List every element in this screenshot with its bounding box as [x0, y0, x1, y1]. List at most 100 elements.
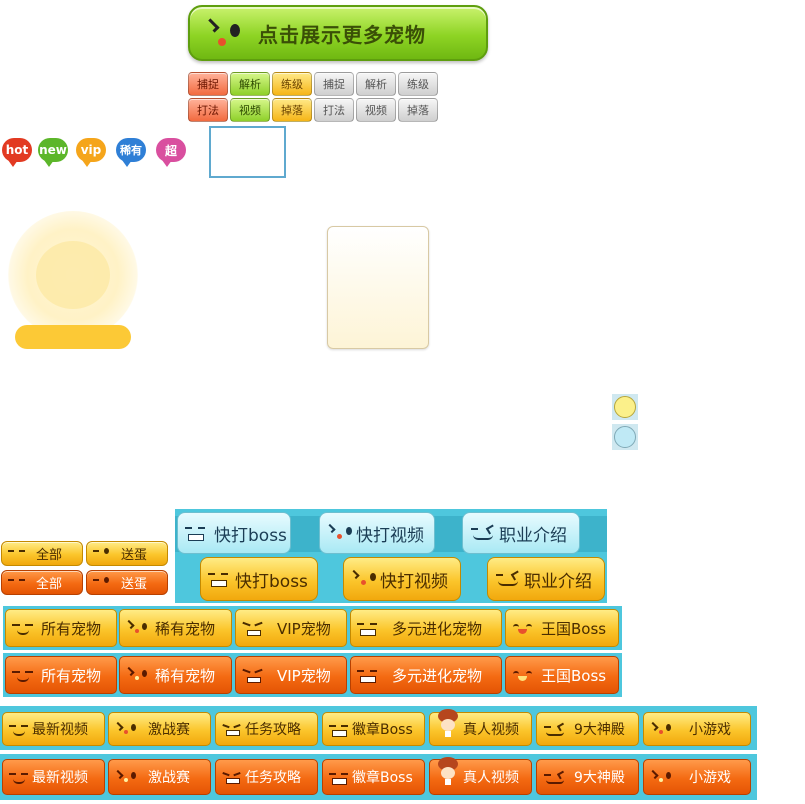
empty-frame — [209, 126, 286, 178]
smiley-icon — [114, 721, 140, 736]
nav-latest-video-active-button[interactable]: 最新视频 — [2, 759, 105, 795]
nav-battle-button[interactable]: 激战赛 — [108, 712, 211, 746]
face-icon — [91, 547, 113, 561]
quick-boss-active-button[interactable]: 快打boss — [200, 557, 318, 601]
tag-analysis-disabled[interactable]: 解析 — [356, 72, 396, 96]
nav-nine-temples-button[interactable]: 9大神殿 — [536, 712, 639, 746]
smiley-icon — [649, 721, 675, 736]
nav-battle-active-button[interactable]: 激战赛 — [108, 759, 211, 795]
nav-latest-video-active-label: 最新视频 — [32, 770, 88, 786]
nav-nine-temples-label: 9大神殿 — [574, 722, 625, 738]
filter-gift-egg-button[interactable]: 送蛋 — [86, 541, 168, 566]
class-intro-active-button[interactable]: 职业介绍 — [487, 557, 605, 601]
smiley-icon — [326, 523, 356, 542]
nav-nine-temples-active-label: 9大神殿 — [574, 770, 625, 786]
vip-badge: vip — [76, 138, 106, 167]
nav-real-person-video-button[interactable]: 真人视频 — [429, 709, 532, 746]
nav-badge-boss-label: 徽章Boss — [352, 722, 413, 738]
nav-nine-temples-active-button[interactable]: 9大神殿 — [536, 759, 639, 795]
filter-all-active-label: 全部 — [36, 577, 63, 592]
pet-multi-evolve-active-button[interactable]: 多元进化宠物 — [350, 656, 502, 694]
wink-face-icon — [494, 570, 524, 588]
nav-quest-guide-label: 任务攻略 — [245, 722, 301, 738]
nav-quest-guide-active-button[interactable]: 任务攻略 — [215, 759, 318, 795]
nav-quest-guide-button[interactable]: 任务攻略 — [215, 712, 318, 746]
tag-video[interactable]: 视频 — [230, 98, 270, 122]
pet-rare-label: 稀有宠物 — [155, 619, 216, 638]
smiley-icon — [649, 769, 675, 784]
tag-drop-disabled[interactable]: 掉落 — [398, 98, 438, 122]
tag-video-disabled[interactable]: 视频 — [356, 98, 396, 122]
nav-badge-boss-active-label: 徽章Boss — [352, 770, 413, 786]
quick-video-active-label: 快打视频 — [380, 571, 448, 592]
super-badge: 超 — [156, 138, 186, 167]
tag-catch[interactable]: 捕捉 — [188, 72, 228, 96]
smiley-icon — [125, 619, 151, 636]
pet-all-label: 所有宠物 — [41, 619, 102, 638]
face-icon — [91, 576, 113, 590]
nav-mini-game-active-label: 小游戏 — [689, 770, 731, 786]
smug-face-icon — [8, 770, 32, 784]
pet-all-active-label: 所有宠物 — [41, 666, 102, 685]
filter-gift-egg-active-label: 送蛋 — [121, 577, 148, 592]
smiley-icon — [114, 769, 140, 784]
nav-real-person-video-active-label: 真人视频 — [463, 770, 519, 786]
tag-drop[interactable]: 掉落 — [272, 98, 312, 122]
character-avatar-icon — [435, 709, 461, 737]
smug-face-icon — [8, 722, 32, 736]
class-intro-label: 职业介绍 — [499, 525, 567, 546]
pet-kingdom-boss-active-button[interactable]: 王国Boss — [505, 656, 619, 694]
grin-face-icon — [328, 770, 352, 785]
pet-rare-active-button[interactable]: 稀有宠物 — [119, 656, 232, 694]
nav-mini-game-label: 小游戏 — [689, 722, 731, 738]
smiley-icon — [125, 666, 151, 683]
pet-multi-evolve-active-label: 多元进化宠物 — [392, 666, 483, 685]
pet-all-active-button[interactable]: 所有宠物 — [5, 656, 117, 694]
cream-panel — [327, 226, 429, 349]
pet-multi-evolve-button[interactable]: 多元进化宠物 — [350, 609, 502, 647]
yellow-dot-icon[interactable] — [612, 394, 638, 420]
tag-strategy[interactable]: 打法 — [188, 98, 228, 122]
tag-grid: 捕捉 解析 练级 捕捉 解析 练级 打法 视频 掉落 打法 视频 掉落 — [188, 72, 438, 123]
tag-catch-disabled[interactable]: 捕捉 — [314, 72, 354, 96]
pet-vip-active-button[interactable]: VIP宠物 — [235, 656, 347, 694]
tag-analysis[interactable]: 解析 — [230, 72, 270, 96]
filter-all-active-button[interactable]: 全部 — [1, 570, 83, 595]
tag-strategy-disabled[interactable]: 打法 — [314, 98, 354, 122]
filter-gift-egg-active-button[interactable]: 送蛋 — [86, 570, 168, 595]
nav-real-person-video-label: 真人视频 — [463, 722, 519, 738]
pet-all-button[interactable]: 所有宠物 — [5, 609, 117, 647]
wink-face-icon — [469, 524, 499, 542]
pet-rare-button[interactable]: 稀有宠物 — [119, 609, 232, 647]
face-icon — [6, 576, 28, 590]
rare-badge: 稀有 — [116, 138, 146, 167]
nav-battle-label: 激战赛 — [148, 722, 190, 738]
nav-latest-video-button[interactable]: 最新视频 — [2, 712, 105, 746]
happy-face-icon — [511, 620, 537, 636]
filter-all-button[interactable]: 全部 — [1, 541, 83, 566]
quick-boss-button[interactable]: 快打boss — [177, 512, 291, 554]
tag-leveling[interactable]: 练级 — [272, 72, 312, 96]
nav-badge-boss-button[interactable]: 徽章Boss — [322, 712, 425, 746]
nav-mini-game-active-button[interactable]: 小游戏 — [643, 759, 751, 795]
nav-real-person-video-active-button[interactable]: 真人视频 — [429, 757, 532, 795]
pet-rare-active-label: 稀有宠物 — [155, 666, 216, 685]
pet-vip-button[interactable]: VIP宠物 — [235, 609, 347, 647]
quick-video-active-button[interactable]: 快打视频 — [343, 557, 461, 601]
pet-vip-label: VIP宠物 — [277, 619, 331, 638]
show-more-pets-button[interactable]: 点击展示更多宠物 — [188, 5, 488, 61]
blue-dot-icon[interactable] — [612, 424, 638, 450]
angry-face-icon — [221, 770, 245, 784]
nav-badge-boss-active-button[interactable]: 徽章Boss — [322, 759, 425, 795]
filter-all-label: 全部 — [36, 548, 63, 563]
grin-face-icon — [356, 620, 382, 636]
happy-face-icon — [511, 667, 537, 683]
class-intro-button[interactable]: 职业介绍 — [462, 512, 580, 554]
smiley-icon — [204, 16, 244, 50]
class-intro-active-label: 职业介绍 — [524, 571, 592, 592]
quick-video-button[interactable]: 快打视频 — [319, 512, 435, 554]
nav-mini-game-button[interactable]: 小游戏 — [643, 712, 751, 746]
tag-leveling-disabled[interactable]: 练级 — [398, 72, 438, 96]
wink-face-icon — [542, 722, 570, 736]
pet-kingdom-boss-button[interactable]: 王国Boss — [505, 609, 619, 647]
